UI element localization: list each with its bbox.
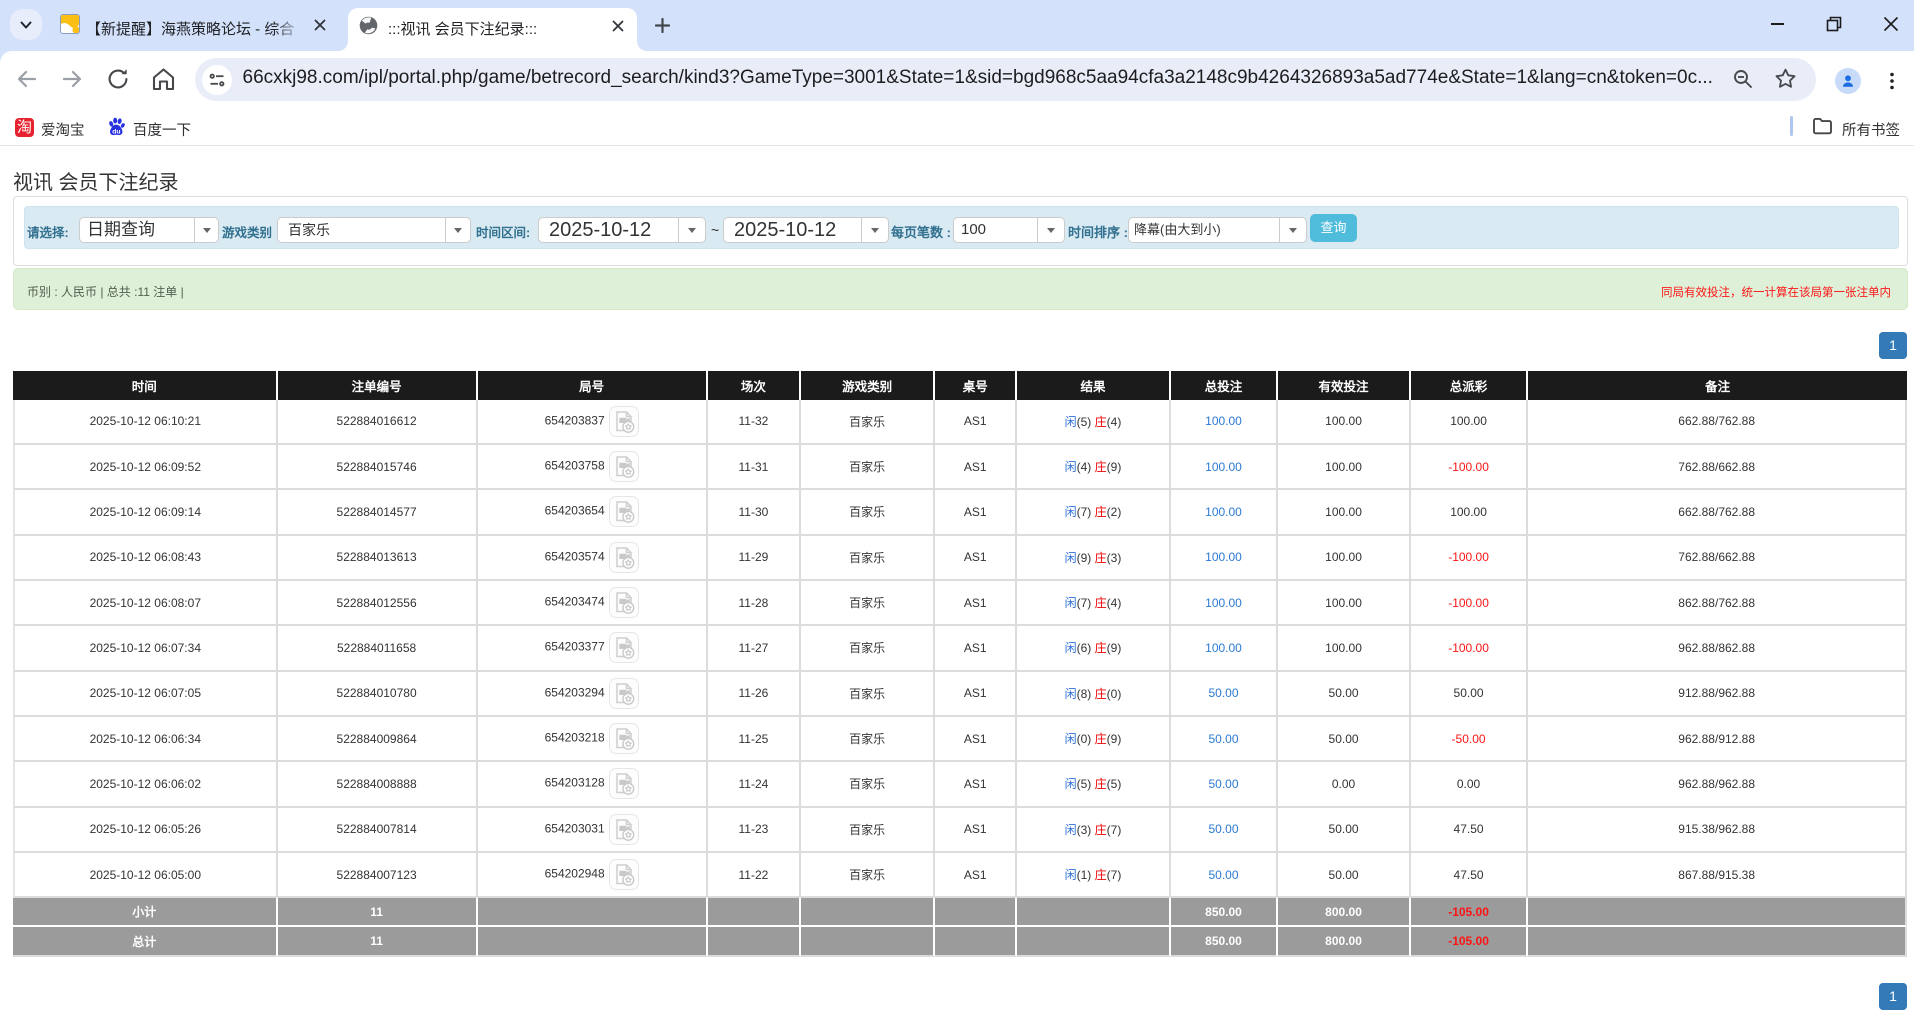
- svg-text:du: du: [112, 128, 120, 135]
